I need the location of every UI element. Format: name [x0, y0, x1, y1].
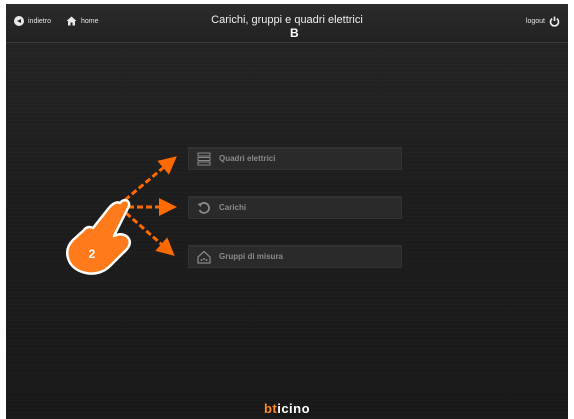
power-icon: [549, 16, 560, 27]
logout-button[interactable]: logout: [526, 13, 560, 29]
bticino-logo: bticino: [263, 401, 311, 416]
quadri-elettrici-button[interactable]: Quadri elettrici: [188, 147, 402, 170]
gruppi-di-misura-button[interactable]: Gruppi di misura: [188, 245, 402, 268]
top-bar: indietro home Carichi, gruppi e quadri e…: [6, 4, 568, 43]
rotate-arrow-icon: [197, 201, 210, 214]
app-screen: indietro home Carichi, gruppi e quadri e…: [6, 4, 568, 419]
house-meter-icon: [197, 250, 211, 264]
gruppi-di-misura-label: Gruppi di misura: [219, 252, 284, 261]
page-title: Carichi, gruppi e quadri elettrici: [211, 14, 363, 26]
annotation-marker-b: B: [290, 26, 299, 40]
quadri-elettrici-label: Quadri elettrici: [219, 154, 276, 163]
electrical-panel-icon: [197, 152, 211, 165]
logout-label: logout: [525, 17, 545, 25]
carichi-button[interactable]: Carichi: [188, 196, 402, 219]
carichi-label: Carichi: [219, 203, 247, 212]
